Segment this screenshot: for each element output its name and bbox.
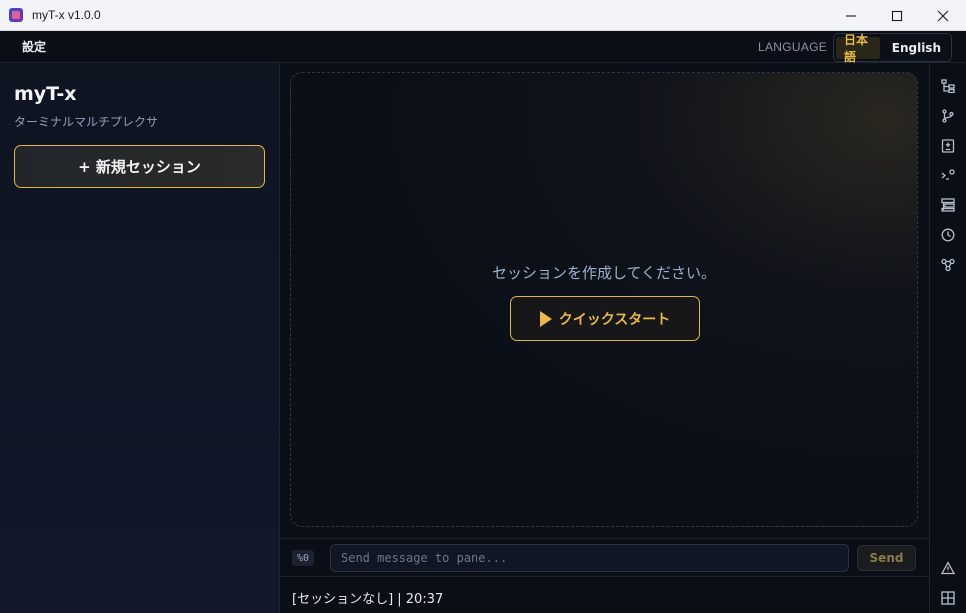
file-diff-icon[interactable] [939,137,957,155]
agents-icon[interactable] [939,256,957,274]
sidebar: myT-x ターミナルマルチプレクサ + 新規セッション [0,63,280,613]
message-input-bar: %0 Send [280,538,929,576]
history-icon[interactable] [939,226,957,244]
layout-icon[interactable] [939,196,957,214]
grid-icon[interactable] [939,589,957,607]
language-switch: 日本語 English [833,33,952,64]
status-bar: [セッションなし] | 20:37 [280,576,929,613]
language-english-button[interactable]: English [884,37,949,59]
app-subtitle: ターミナルマルチプレクサ [14,115,159,129]
window-controls [828,0,966,31]
empty-message: セッションを作成してください。 [491,264,717,282]
git-branch-icon[interactable] [939,107,957,125]
main-pane: セッションを作成してください。 クイックスタート [280,63,929,538]
play-icon [539,310,552,327]
close-icon [937,10,949,21]
send-button[interactable]: Send [857,545,916,571]
window-titlebar: myT-x v1.0.0 [0,0,966,31]
language-label: LANGUAGE [758,40,828,54]
settings-menu[interactable]: 設定 [22,38,46,55]
right-toolbar [929,63,966,613]
app-icon [9,8,23,22]
minimize-button[interactable] [828,0,874,31]
message-input[interactable] [330,544,849,572]
file-tree-icon[interactable] [939,77,957,95]
quick-start-button[interactable]: クイックスタート [510,296,700,341]
maximize-button[interactable] [874,0,920,31]
close-button[interactable] [920,0,966,31]
maximize-icon [891,10,903,21]
language-japanese-button[interactable]: 日本語 [836,33,880,64]
pane-badge: %0 [292,550,315,566]
minimize-icon [846,14,856,17]
window-title: myT-x v1.0.0 [32,8,101,22]
status-text: [セッションなし] | 20:37 [292,592,444,607]
terminal-icon[interactable] [939,166,957,184]
new-session-button[interactable]: + 新規セッション [14,145,265,188]
app-brand: myT-x [14,83,77,105]
menu-bar: 設定 LANGUAGE 日本語 English [0,31,966,64]
empty-session-area: セッションを作成してください。 クイックスタート [290,72,918,527]
quick-start-label: クイックスタート [558,311,671,328]
warning-icon[interactable] [939,559,957,577]
